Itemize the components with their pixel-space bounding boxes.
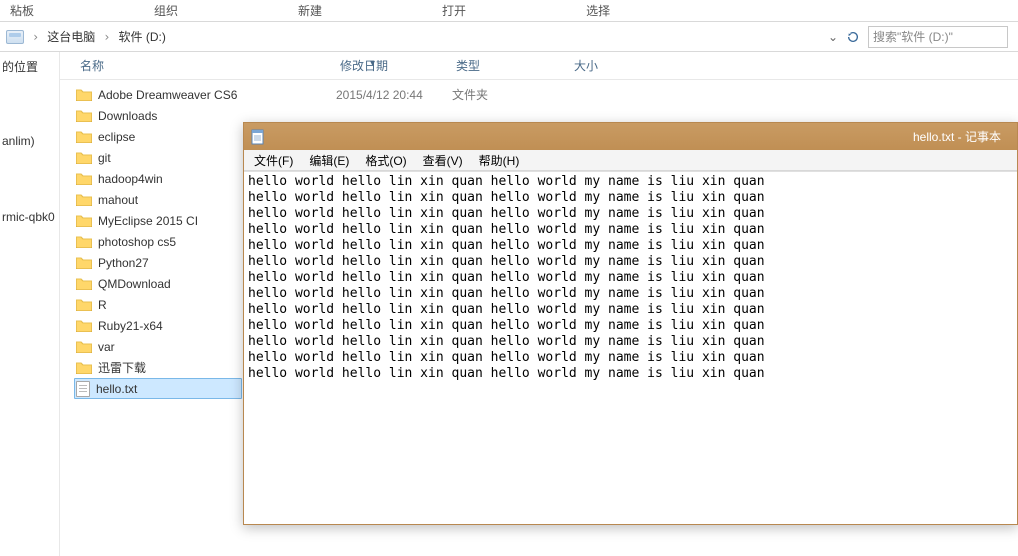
column-header-type[interactable]: 类型: [452, 57, 570, 74]
notepad-window: hello.txt - 记事本 文件(F) 编辑(E) 格式(O) 查看(V) …: [243, 122, 1018, 525]
notepad-title: hello.txt - 记事本: [913, 128, 1001, 145]
file-date: 2015/4/12 20:44: [336, 88, 452, 102]
folder-icon: [76, 214, 92, 227]
ribbon-tabs: 粘板 组织 新建 打开 选择: [0, 0, 1018, 22]
menu-help[interactable]: 帮助(H): [473, 150, 526, 171]
folder-icon: [76, 193, 92, 206]
folder-icon: [76, 88, 92, 101]
address-bar: › 这台电脑 › 软件 (D:) ⌄ 搜索"软件 (D:)": [0, 22, 1018, 52]
nav-item[interactable]: rmic-qbk0: [2, 210, 57, 226]
ribbon-tab[interactable]: 组织: [154, 2, 178, 19]
folder-icon: [76, 340, 92, 353]
file-name: 迅雷下载: [98, 359, 146, 376]
notepad-titlebar[interactable]: hello.txt - 记事本: [244, 123, 1017, 150]
ribbon-tab[interactable]: 粘板: [10, 2, 34, 19]
file-name: mahout: [98, 193, 138, 207]
file-name: git: [98, 151, 111, 165]
ribbon-tab[interactable]: 新建: [298, 2, 322, 19]
folder-icon: [76, 172, 92, 185]
folder-icon: [76, 319, 92, 332]
folder-icon: [76, 130, 92, 143]
file-name: Adobe Dreamweaver CS6: [98, 88, 237, 102]
folder-icon: [76, 256, 92, 269]
file-name: MyEclipse 2015 CI: [98, 214, 198, 228]
nav-item[interactable]: 的位置: [2, 58, 57, 74]
file-type: 文件夹: [452, 86, 570, 103]
folder-icon: [76, 109, 92, 122]
file-name: Python27: [98, 256, 149, 270]
ribbon-tab[interactable]: 打开: [442, 2, 466, 19]
menu-format[interactable]: 格式(O): [359, 150, 412, 171]
menu-edit[interactable]: 编辑(E): [303, 150, 355, 171]
file-name: eclipse: [98, 130, 135, 144]
file-name: Ruby21-x64: [98, 319, 163, 333]
folder-icon: [76, 277, 92, 290]
folder-icon: [76, 235, 92, 248]
breadcrumb-separator: ›: [32, 30, 39, 44]
file-name: photoshop cs5: [98, 235, 176, 249]
column-header-size[interactable]: 大小: [570, 57, 650, 74]
drive-icon: [6, 30, 24, 44]
folder-icon: [76, 151, 92, 164]
column-header-date[interactable]: 修改日期: [336, 57, 452, 74]
file-row[interactable]: Adobe Dreamweaver CS6 2015/4/12 20:44文件夹: [76, 84, 1018, 105]
menu-file[interactable]: 文件(F): [248, 150, 299, 171]
search-input[interactable]: 搜索"软件 (D:)": [868, 26, 1008, 48]
file-name: QMDownload: [98, 277, 171, 291]
column-headers: 名称 修改日期 类型 大小 ▾: [60, 52, 1018, 80]
menu-view[interactable]: 查看(V): [417, 150, 469, 171]
nav-item[interactable]: anlim): [2, 134, 57, 150]
file-name: hadoop4win: [98, 172, 163, 186]
file-name: Downloads: [98, 109, 157, 123]
notepad-icon: [250, 129, 266, 145]
notepad-menubar: 文件(F) 编辑(E) 格式(O) 查看(V) 帮助(H): [244, 150, 1017, 171]
file-name: R: [98, 298, 107, 312]
ribbon-tab[interactable]: 选择: [586, 2, 610, 19]
folder-icon: [76, 361, 92, 374]
history-dropdown-icon[interactable]: ⌄: [828, 30, 838, 44]
notepad-text-area[interactable]: hello world hello lin xin quan hello wor…: [244, 171, 1017, 524]
file-name: hello.txt: [96, 382, 137, 396]
breadcrumb-separator: ›: [103, 30, 110, 44]
refresh-icon[interactable]: [846, 30, 860, 44]
nav-tree[interactable]: 的位置 anlim) rmic-qbk0: [0, 52, 60, 556]
file-row[interactable]: hello.txt: [74, 378, 242, 399]
file-name: var: [98, 340, 115, 354]
breadcrumb-item[interactable]: 软件 (D:): [118, 28, 165, 45]
breadcrumb-item[interactable]: 这台电脑: [47, 28, 95, 45]
file-icon: [76, 381, 90, 397]
folder-icon: [76, 298, 92, 311]
column-header-name[interactable]: 名称: [76, 57, 336, 74]
search-placeholder: 搜索"软件 (D:)": [873, 28, 953, 45]
name-sort-dropdown[interactable]: ▾: [370, 58, 375, 69]
